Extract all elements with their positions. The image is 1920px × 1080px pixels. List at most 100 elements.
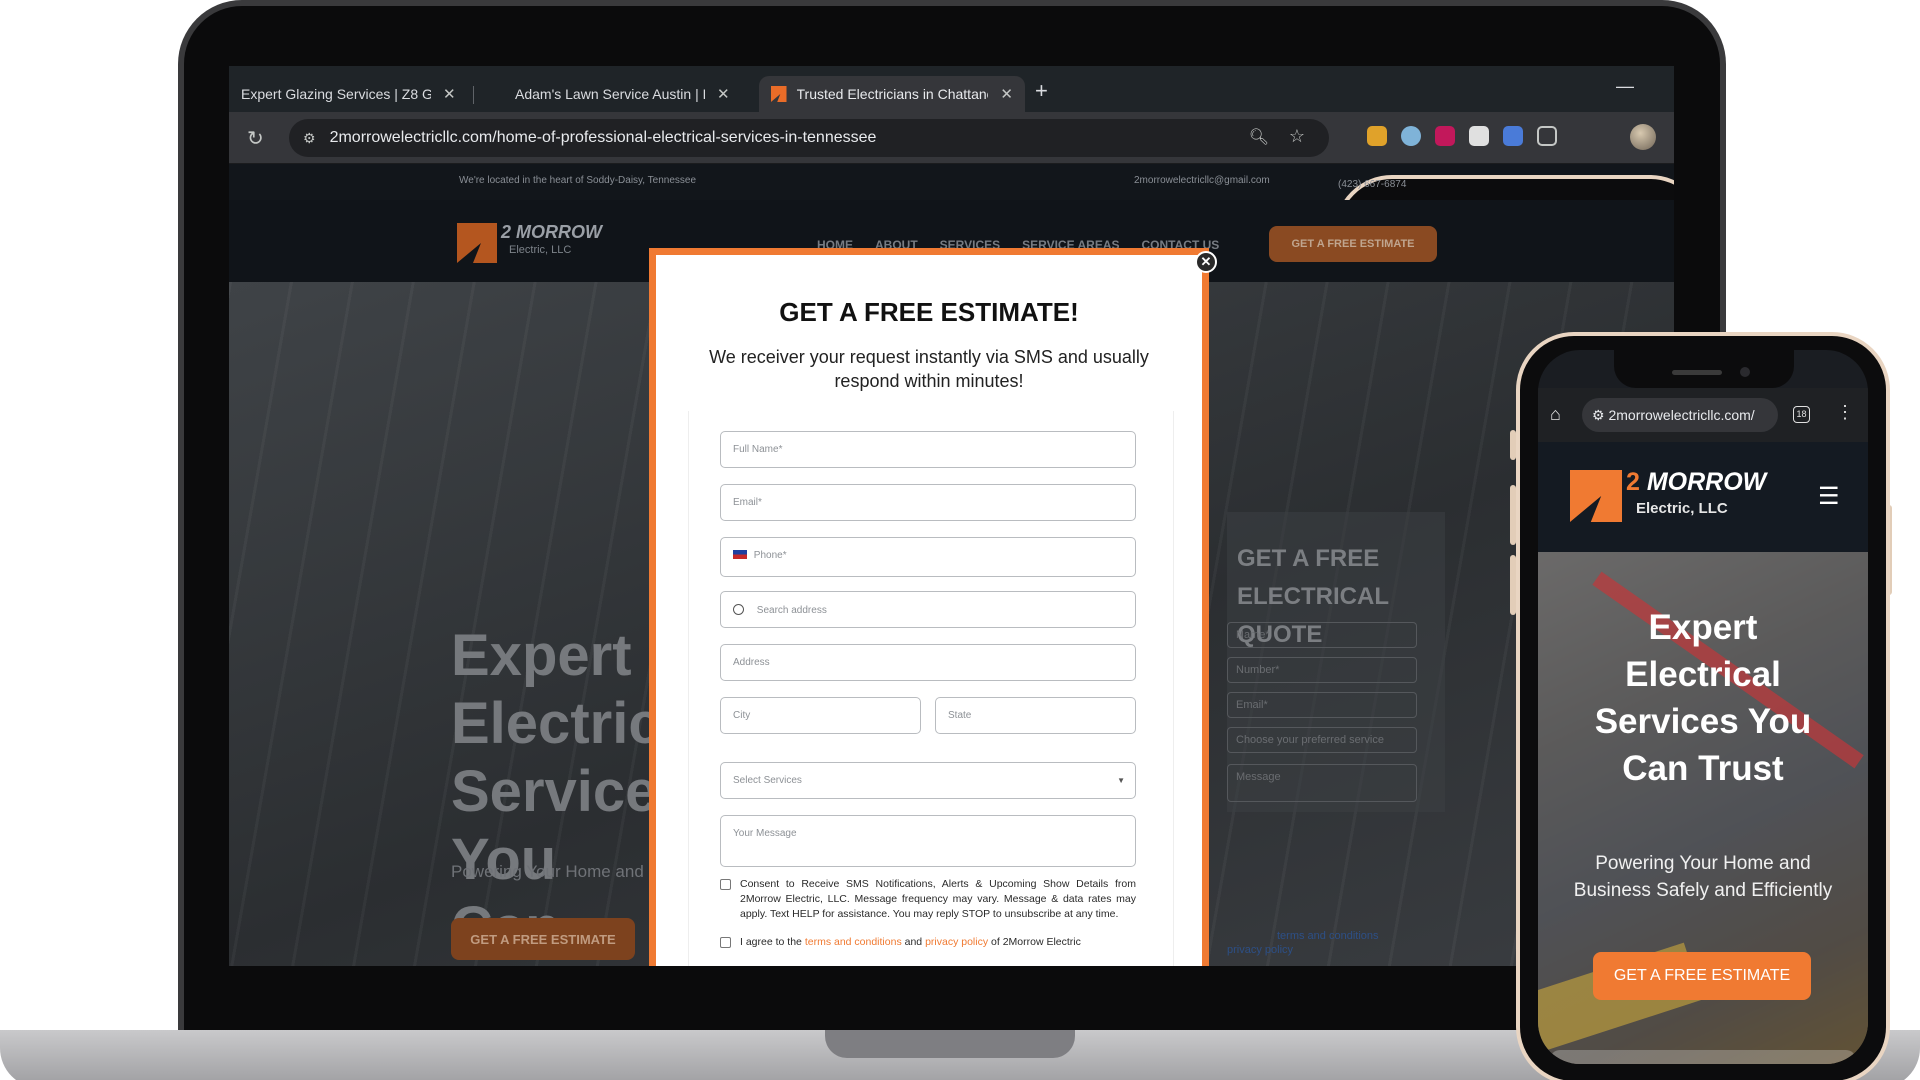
hero-heading: Expert Electrical Services You Can Trust <box>451 623 709 966</box>
browser-toolbar: ↻ ⚙ 2morrowelectricllc.com/home-of-profe… <box>229 112 1674 164</box>
home-icon[interactable]: ⌂ <box>1550 404 1561 425</box>
address-field[interactable]: Address <box>720 644 1136 681</box>
country-flag-icon[interactable] <box>733 550 747 559</box>
phone-address-bar[interactable]: ⚙ 2morrowelectricllc.com/ <box>1582 398 1778 432</box>
extension-globe-icon[interactable] <box>1401 126 1421 146</box>
privacy-link[interactable]: privacy policy <box>925 936 988 948</box>
tab-separator <box>473 86 474 104</box>
chevron-down-icon: ▼ <box>1117 776 1125 785</box>
quote-legal-links: terms and conditions privacy policy <box>1227 929 1379 957</box>
phone-logo-name: 2 MORROW <box>1626 468 1766 497</box>
tab-title: Adam's Lawn Service Austin | Pr <box>515 86 705 102</box>
reload-icon[interactable]: ↻ <box>247 126 264 151</box>
logo-name: 2 MORROW <box>501 222 602 242</box>
modal-title: GET A FREE ESTIMATE! <box>779 297 1079 327</box>
laptop-hinge-notch <box>825 1030 1075 1058</box>
message-field[interactable]: Your Message <box>720 815 1136 867</box>
tab-trusted-electricians[interactable]: Trusted Electricians in Chattano ✕ <box>759 76 1025 112</box>
services-placeholder: Select Services <box>733 775 802 786</box>
terms-consent-checkbox[interactable] <box>720 937 731 948</box>
estimate-modal: GET A FREE ESTIMATE! We receiver your re… <box>649 248 1209 966</box>
quote-email-field[interactable]: Email* <box>1227 692 1417 718</box>
privacy-link[interactable]: privacy policy <box>1227 943 1379 957</box>
logo-mark-icon[interactable] <box>457 223 497 263</box>
email-link[interactable]: 2morrowelectricllc@gmail.com <box>1134 175 1270 186</box>
phone-estimate-button[interactable]: GET A FREE ESTIMATE <box>1593 952 1811 1000</box>
full-name-field[interactable]: Full Name* <box>720 431 1136 468</box>
quote-number-field[interactable]: Number* <box>1227 657 1417 683</box>
logo-sub: Electric, LLC <box>509 244 572 256</box>
terms-and: and <box>904 936 923 948</box>
profile-avatar[interactable] <box>1630 124 1656 150</box>
extension-pen-icon[interactable] <box>1367 126 1387 146</box>
phone-placeholder: Phone* <box>753 550 787 561</box>
phone-logo-number: 2 <box>1626 468 1640 496</box>
phone-screen: ⌂ ⚙ 2morrowelectricllc.com/ 18 ⋮ 2 MORRO… <box>1538 350 1868 1064</box>
browser-tab-bar: Expert Glazing Services | Z8 Gla ✕ Adam'… <box>229 66 1674 112</box>
hamburger-menu-icon[interactable]: ☰ <box>1818 482 1840 511</box>
quote-service-select[interactable]: Choose your preferred service <box>1227 727 1417 753</box>
hero-estimate-button[interactable]: GET A FREE ESTIMATE <box>451 918 635 960</box>
phone-field[interactable]: Phone* <box>720 537 1136 577</box>
extension-note-icon[interactable] <box>1469 126 1489 146</box>
phone-browser-bar: ⌂ ⚙ 2morrowelectricllc.com/ 18 ⋮ <box>1538 388 1868 442</box>
sms-consent-checkbox[interactable] <box>720 879 731 890</box>
phone-tab-count[interactable]: 18 <box>1793 406 1810 423</box>
phone-logo-sub: Electric, LLC <box>1636 500 1728 517</box>
phone-site-settings-icon[interactable]: ⚙ <box>1592 407 1608 423</box>
state-field[interactable]: State <box>935 697 1136 734</box>
tab-expert-glazing[interactable]: Expert Glazing Services | Z8 Gla ✕ <box>229 76 468 112</box>
phone-bottom-bar <box>1550 1050 1856 1064</box>
phone-logo-mark-icon[interactable] <box>1570 470 1622 522</box>
site-settings-icon[interactable]: ⚙ <box>303 130 316 147</box>
terms-link[interactable]: terms and conditions <box>1227 929 1379 943</box>
bookmark-star-icon[interactable]: ☆ <box>1289 126 1305 147</box>
mockup-stage: Expert Glazing Services | Z8 Gla ✕ Adam'… <box>0 0 1920 1080</box>
modal-subtitle: We receiver your request instantly via S… <box>709 347 1149 391</box>
header-estimate-button[interactable]: GET A FREE ESTIMATE <box>1269 226 1437 262</box>
terms-prefix: I agree to the <box>740 936 802 948</box>
new-tab-button[interactable]: + <box>1035 78 1048 104</box>
zoom-icon[interactable]: 🔍︎ <box>1249 127 1269 147</box>
phone-site-header: 2 MORROW Electric, LLC ☰ <box>1538 442 1868 552</box>
terms-consent: I agree to the terms and conditions and … <box>720 935 1136 950</box>
tab-title: Trusted Electricians in Chattano <box>796 86 989 102</box>
search-address-field[interactable]: Search address <box>720 591 1136 628</box>
terms-suffix: of 2Morrow Electric <box>991 936 1081 948</box>
sms-consent: Consent to Receive SMS Notifications, Al… <box>720 877 1136 922</box>
phone-hero-heading: Expert Electrical Services You Can Trust <box>1594 608 1812 788</box>
quote-message-field[interactable]: Message <box>1227 764 1417 802</box>
more-menu-icon[interactable]: ⋮ <box>1836 402 1854 423</box>
terms-link[interactable]: terms and conditions <box>805 936 902 948</box>
phone-camera <box>1740 367 1750 377</box>
tab-adams-lawn[interactable]: Adam's Lawn Service Austin | Pr ✕ <box>503 76 742 112</box>
extension-shield-icon[interactable] <box>1435 126 1455 146</box>
tab-title: Expert Glazing Services | Z8 Gla <box>241 86 431 102</box>
laptop-screen: Expert Glazing Services | Z8 Gla ✕ Adam'… <box>229 66 1674 966</box>
minimize-button[interactable]: — <box>1616 76 1634 97</box>
sms-consent-text: Consent to Receive SMS Notifications, Al… <box>740 878 1136 920</box>
phone-logo-word: MORROW <box>1646 468 1767 496</box>
terms-consent-text: I agree to the terms and conditions and … <box>740 935 1136 950</box>
extension-doc-icon[interactable] <box>1503 126 1523 146</box>
favicon-icon <box>771 86 787 102</box>
tab-close-icon[interactable]: ✕ <box>1000 85 1013 103</box>
phone-notch <box>1614 350 1794 388</box>
tab-close-icon[interactable]: ✕ <box>717 85 730 103</box>
phone-hero: Expert Electrical Services You Can Trust… <box>1538 552 1868 1064</box>
search-address-placeholder: Search address <box>756 605 827 616</box>
address-bar[interactable]: ⚙ 2morrowelectricllc.com/home-of-profess… <box>289 119 1329 157</box>
services-select[interactable]: Select Services ▼ <box>720 762 1136 799</box>
modal-close-button[interactable]: ✕ <box>1195 251 1217 273</box>
phone-frame: ⌂ ⚙ 2morrowelectricllc.com/ 18 ⋮ 2 MORRO… <box>1516 332 1890 1080</box>
quote-form-panel: GET A FREE ELECTRICAL QUOTE Name* Number… <box>1227 512 1445 812</box>
tab-close-icon[interactable]: ✕ <box>443 85 456 103</box>
search-icon <box>733 604 744 615</box>
phone-speaker <box>1672 370 1722 375</box>
quote-name-field[interactable]: Name* <box>1227 622 1417 648</box>
site-topbar: We're located in the heart of Soddy-Dais… <box>229 164 1674 928</box>
city-field[interactable]: City <box>720 697 921 734</box>
extensions-puzzle-icon[interactable] <box>1537 126 1557 146</box>
phone-url-text: 2morrowelectricllc.com/ <box>1608 407 1755 423</box>
email-field[interactable]: Email* <box>720 484 1136 521</box>
